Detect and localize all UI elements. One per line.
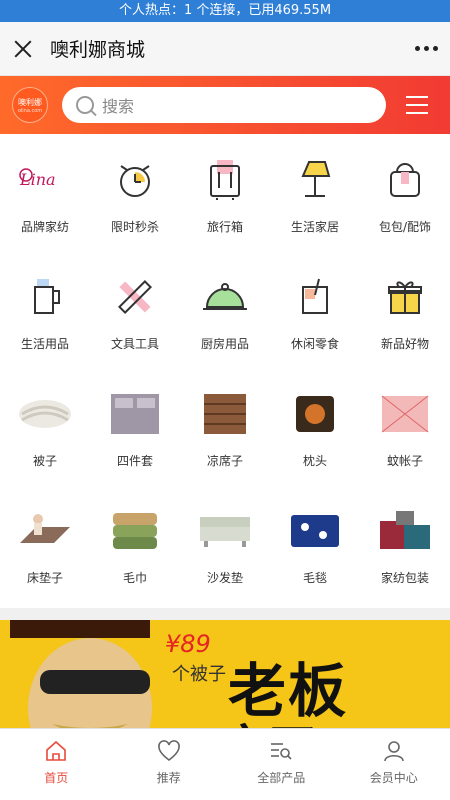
ruler-pencil-icon [105,267,165,327]
lamp-icon [285,150,345,210]
search-header: 噢利娜 olina.com 搜索 [0,76,450,134]
category-label: 生活家居 [290,220,339,234]
tab-home[interactable]: 首页 [0,729,113,800]
towel-image [105,501,165,561]
blanket-image [285,501,345,561]
category-label: 枕头 [302,454,327,468]
category-pillow[interactable]: 枕头 [270,374,360,491]
category-label: 品牌家纺 [20,220,69,234]
category-label: 家纺包装 [380,571,429,585]
category-label: 毛毯 [302,571,327,585]
category-label: 毛巾 [122,571,147,585]
category-grid: Lina 品牌家纺 限时秒杀 旅行箱 生活家居 包包/配饰 生活用品 文具工具 … [0,134,450,608]
more-icon[interactable] [415,46,438,51]
category-stationery-tools[interactable]: 文具工具 [90,257,180,374]
category-towel[interactable]: 毛巾 [90,491,180,608]
page-title: 噢利娜商城 [50,39,146,61]
category-kitchen[interactable]: 厨房用品 [180,257,270,374]
pillow-image [285,384,345,444]
category-label: 沙发垫 [206,571,243,585]
title-bar: 噢利娜商城 [0,22,450,76]
category-label: 限时秒杀 [110,220,159,234]
quilt-image [15,384,75,444]
category-label: 旅行箱 [206,220,243,234]
category-label: 蚊帐子 [386,454,423,468]
tab-label: 首页 [44,771,69,785]
logo-subtext: olina.com [17,107,43,114]
category-label: 厨房用品 [200,337,249,351]
tab-label: 推荐 [156,771,181,785]
user-icon [383,741,404,762]
category-snacks[interactable]: 休闲零食 [270,257,360,374]
suitcase-icon [195,150,255,210]
section-divider [0,608,450,620]
bag-icon [375,150,435,210]
category-home-living[interactable]: 生活家居 [270,140,360,257]
jug-icon [15,267,75,327]
home-icon [46,740,67,761]
tab-all-products[interactable]: 全部产品 [225,729,338,800]
category-label: 四件套 [116,454,153,468]
category-label: 凉席子 [206,454,243,468]
banner-small-text: 个被子 [172,664,226,685]
category-daily-goods[interactable]: 生活用品 [0,257,90,374]
tab-member-center[interactable]: 会员中心 [338,729,450,800]
tab-label: 全部产品 [257,771,306,785]
gift-icon [375,267,435,327]
category-blanket[interactable]: 毛毯 [270,491,360,608]
search-input[interactable]: 搜索 [62,87,386,123]
category-label: 新品好物 [380,337,429,351]
category-quilt[interactable]: 被子 [0,374,90,491]
mat-image [195,384,255,444]
category-label: 床垫子 [26,571,63,585]
close-icon[interactable] [12,38,34,60]
banner-price: ¥89 [165,630,211,658]
brand-logo-icon: Lina [15,150,75,210]
heart-icon [157,740,180,762]
category-suitcase[interactable]: 旅行箱 [180,140,270,257]
svg-text:Lina: Lina [19,170,56,189]
category-label: 文具工具 [110,337,159,351]
category-bags-accessories[interactable]: 包包/配饰 [360,140,450,257]
category-label: 生活用品 [20,337,69,351]
category-mattress[interactable]: 床垫子 [0,491,90,608]
category-packaging[interactable]: 家纺包装 [360,491,450,608]
mosquito-net-image [375,384,435,444]
category-mosquito-net[interactable]: 蚊帐子 [360,374,450,491]
mattress-image [15,501,75,561]
category-brand-home-textile[interactable]: Lina 品牌家纺 [0,140,90,257]
category-label: 被子 [32,454,57,468]
packaging-image [375,501,435,561]
cloche-icon [195,267,255,327]
category-label: 包包/配饰 [378,220,432,234]
category-flash-sale[interactable]: 限时秒杀 [90,140,180,257]
bedding-set-image [105,384,165,444]
category-label: 休闲零食 [290,337,339,351]
drink-icon [285,267,345,327]
category-summer-mat[interactable]: 凉席子 [180,374,270,491]
category-sofa-cushion[interactable]: 沙发垫 [180,491,270,608]
list-search-icon [271,743,292,760]
tab-label: 会员中心 [369,771,418,785]
search-icon [76,96,94,114]
category-bedding-set[interactable]: 四件套 [90,374,180,491]
store-logo[interactable]: 噢利娜 olina.com [12,87,48,123]
hotspot-status-bar: 个人热点：1 个连接，已用469.55M [0,0,450,22]
alarm-clock-icon [105,150,165,210]
menu-icon[interactable] [406,96,428,114]
search-placeholder: 搜索 [102,97,135,116]
logo-text: 噢利娜 [18,97,42,107]
tab-recommend[interactable]: 推荐 [113,729,226,800]
sofa-image [195,501,255,561]
bottom-tab-bar: 首页 推荐 全部产品 会员中心 [0,728,450,800]
category-new-arrivals[interactable]: 新品好物 [360,257,450,374]
